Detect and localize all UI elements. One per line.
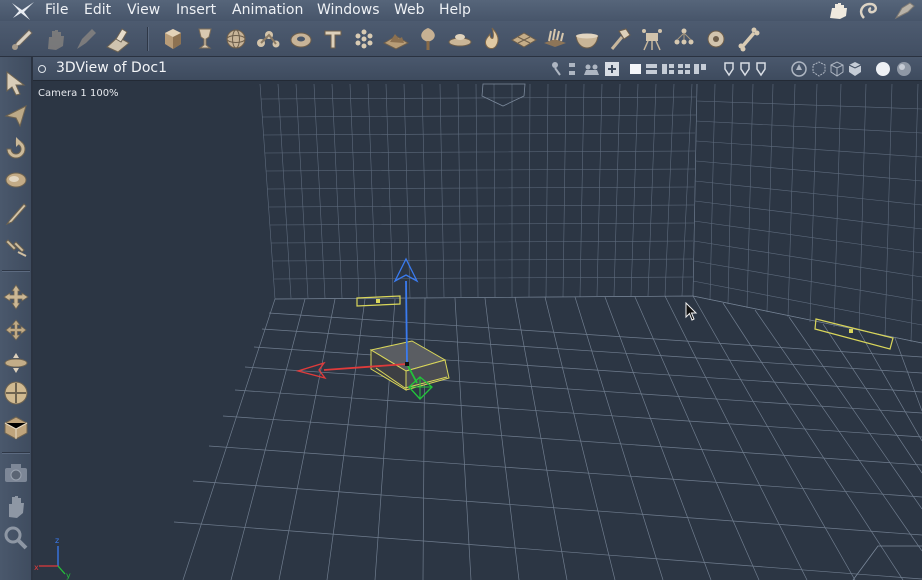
- axis-z-label: z: [55, 536, 59, 545]
- layout-three-icon[interactable]: [662, 64, 674, 74]
- link-icon[interactable]: [2, 232, 30, 260]
- layout-custom-icon[interactable]: [694, 64, 706, 74]
- hammer-icon[interactable]: [606, 25, 634, 53]
- layout-two-icon[interactable]: [646, 64, 657, 74]
- right-wall-grid: [692, 83, 922, 344]
- move-icon[interactable]: [2, 283, 30, 311]
- cube-icon[interactable]: [159, 25, 187, 53]
- brush-icon[interactable]: [8, 25, 36, 53]
- ceiling-light-marker: [481, 83, 526, 107]
- menu-view[interactable]: View: [127, 2, 160, 18]
- grid-toggle-icon[interactable]: [605, 62, 619, 76]
- swirl-tool-icon[interactable]: [859, 2, 878, 19]
- 3d-viewport[interactable]: 3DView of Doc1 Camera 1 100% z x y: [33, 57, 922, 580]
- outline-cube-icon[interactable]: [830, 61, 844, 77]
- joint-chain-icon[interactable]: [254, 25, 282, 53]
- floor-grid: [173, 295, 922, 580]
- hand-icon[interactable]: [41, 25, 69, 53]
- pen-stamp-icon[interactable]: [104, 25, 132, 53]
- menu-edit[interactable]: Edit: [84, 2, 111, 18]
- bone-icon[interactable]: [734, 25, 762, 53]
- hierarchy-icon[interactable]: [670, 25, 698, 53]
- tile-icon[interactable]: [510, 25, 538, 53]
- menu-help[interactable]: Help: [439, 2, 471, 18]
- layout-four-icon[interactable]: [678, 64, 690, 74]
- direct-select-icon[interactable]: [2, 102, 30, 130]
- zoom-icon[interactable]: [2, 524, 30, 552]
- axis-triad: z x y: [34, 536, 71, 580]
- wire-cube-icon[interactable]: [812, 61, 826, 77]
- left-tool-palette: [0, 57, 32, 580]
- viewport-title: 3DView of Doc1: [56, 60, 168, 76]
- shield-view-3-icon[interactable]: [756, 62, 766, 77]
- shield-view-2-icon[interactable]: [740, 62, 750, 77]
- camera-icon[interactable]: [2, 459, 30, 487]
- toolbar-separator: [147, 27, 148, 51]
- shield-view-1-icon[interactable]: [724, 62, 734, 77]
- texture-sphere-icon[interactable]: [897, 62, 911, 76]
- app-logo-icon[interactable]: [8, 0, 38, 21]
- people-icon[interactable]: [584, 64, 599, 76]
- gesture-icon[interactable]: [72, 25, 100, 53]
- bowl-icon[interactable]: [573, 25, 601, 53]
- shaded-cube-icon[interactable]: [848, 62, 862, 76]
- lighting-icon[interactable]: [552, 62, 561, 76]
- back-wall-grid: [259, 83, 698, 300]
- menu-animation[interactable]: Animation: [232, 2, 303, 18]
- particle-icon[interactable]: [350, 25, 378, 53]
- menu-insert[interactable]: Insert: [176, 2, 216, 18]
- text-icon[interactable]: [319, 25, 347, 53]
- menubar-right-tools: [830, 2, 915, 20]
- smooth-sphere-icon[interactable]: [876, 62, 890, 76]
- torus-icon[interactable]: [287, 25, 315, 53]
- fern-icon[interactable]: [541, 25, 569, 53]
- menu-web[interactable]: Web: [394, 2, 425, 18]
- knife-icon[interactable]: [2, 200, 30, 228]
- tree-icon[interactable]: [414, 25, 442, 53]
- menubar: File Edit View Insert Animation Windows …: [0, 0, 922, 21]
- hierarchy-view-icon[interactable]: [569, 63, 575, 75]
- arrow-select-icon[interactable]: [2, 69, 30, 97]
- rotate-icon[interactable]: [2, 135, 30, 163]
- floor-corner-shape: [852, 545, 922, 580]
- fire-icon[interactable]: [478, 25, 506, 53]
- hand-pan-icon[interactable]: [2, 492, 30, 520]
- trackball-icon[interactable]: [2, 379, 30, 407]
- hand-tool-icon[interactable]: [830, 3, 847, 19]
- axis-x-label: x: [34, 563, 39, 572]
- viewport-titlebar: 3DView of Doc1: [33, 57, 922, 81]
- twist-icon[interactable]: [2, 166, 30, 194]
- paint-tool-icon[interactable]: [894, 2, 915, 20]
- goblet-icon[interactable]: [191, 25, 219, 53]
- axis-y-label: y: [66, 571, 71, 580]
- viewport-close-icon[interactable]: [38, 65, 46, 73]
- layout-single-icon[interactable]: [630, 64, 641, 74]
- target-icon[interactable]: [702, 25, 730, 53]
- move-y-icon[interactable]: [2, 349, 30, 377]
- terrain-icon[interactable]: [382, 25, 410, 53]
- platter-icon[interactable]: [446, 25, 474, 53]
- viewport-display-controls: [552, 61, 911, 77]
- light-left[interactable]: [356, 295, 401, 307]
- mouse-pointer-icon: [685, 302, 698, 321]
- menu-windows[interactable]: Windows: [317, 2, 380, 18]
- box-scale-icon[interactable]: [2, 413, 30, 441]
- sphere-icon[interactable]: [222, 25, 250, 53]
- camera-rig-icon[interactable]: [638, 25, 666, 53]
- palette-separator: [2, 270, 30, 271]
- move-xz-icon[interactable]: [2, 316, 30, 344]
- silhouette-icon[interactable]: [791, 61, 807, 77]
- palette-separator: [2, 452, 30, 453]
- scene-canvas[interactable]: z x y: [33, 81, 922, 580]
- menu-file[interactable]: File: [45, 2, 68, 18]
- main-toolbar: [0, 21, 922, 57]
